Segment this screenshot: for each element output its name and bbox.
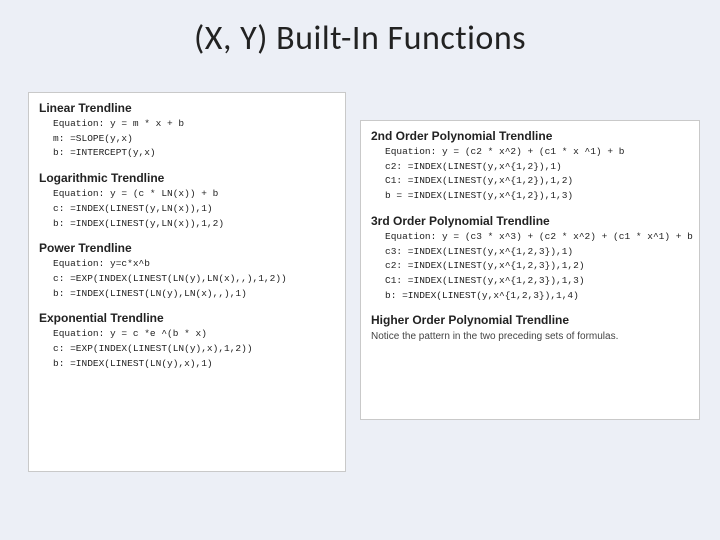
- section-heading: 2nd Order Polynomial Trendline: [371, 129, 689, 143]
- slide-title: (X, Y) Built-In Functions: [0, 18, 720, 59]
- section-exponential: Exponential Trendline Equation: y = c *e…: [39, 311, 335, 371]
- section-body: Equation: y = (c * LN(x)) + b c: =INDEX(…: [39, 187, 335, 231]
- section-power: Power Trendline Equation: y=c*x^b c: =EX…: [39, 241, 335, 301]
- section-body: Equation: y=c*x^b c: =EXP(INDEX(LINEST(L…: [39, 257, 335, 301]
- section-body: Equation: y = m * x + b m: =SLOPE(y,x) b…: [39, 117, 335, 161]
- section-logarithmic: Logarithmic Trendline Equation: y = (c *…: [39, 171, 335, 231]
- right-panel: 2nd Order Polynomial Trendline Equation:…: [360, 120, 700, 420]
- section-poly2: 2nd Order Polynomial Trendline Equation:…: [371, 129, 689, 204]
- section-heading: Higher Order Polynomial Trendline: [371, 313, 689, 327]
- section-heading: Power Trendline: [39, 241, 335, 255]
- section-heading: Logarithmic Trendline: [39, 171, 335, 185]
- section-heading: Exponential Trendline: [39, 311, 335, 325]
- section-linear: Linear Trendline Equation: y = m * x + b…: [39, 101, 335, 161]
- section-heading: Linear Trendline: [39, 101, 335, 115]
- section-poly-higher: Higher Order Polynomial Trendline Notice…: [371, 313, 689, 342]
- section-heading: 3rd Order Polynomial Trendline: [371, 214, 689, 228]
- section-body: Equation: y = (c2 * x^2) + (c1 * x ^1) +…: [371, 145, 689, 204]
- section-body: Equation: y = (c3 * x^3) + (c2 * x^2) + …: [371, 230, 689, 304]
- section-note: Notice the pattern in the two preceding …: [371, 329, 689, 342]
- section-poly3: 3rd Order Polynomial Trendline Equation:…: [371, 214, 689, 304]
- left-panel: Linear Trendline Equation: y = m * x + b…: [28, 92, 346, 472]
- section-body: Equation: y = c *e ^(b * x) c: =EXP(INDE…: [39, 327, 335, 371]
